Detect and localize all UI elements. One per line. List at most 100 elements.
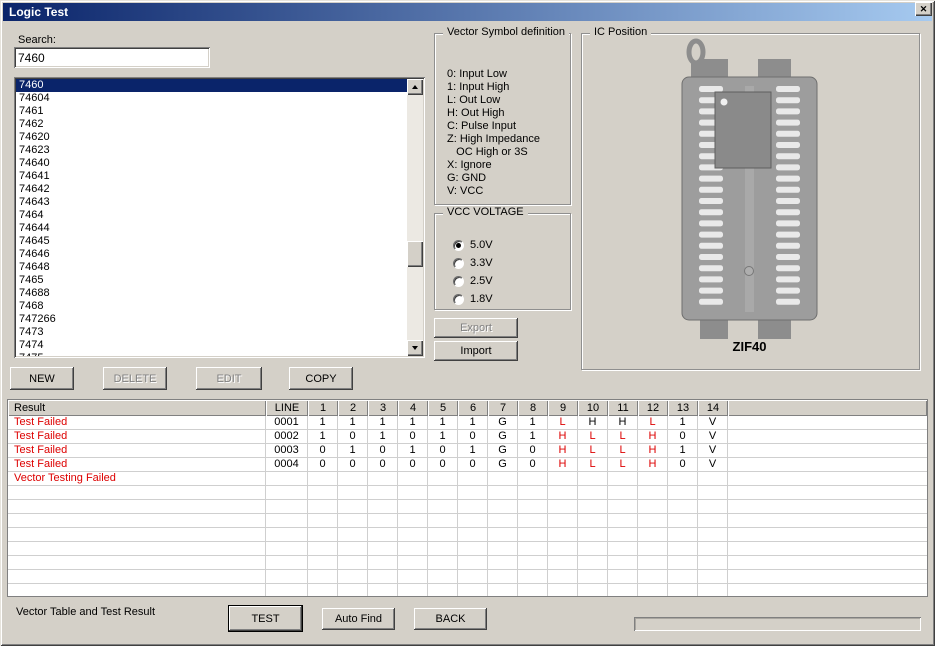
titlebar[interactable]: Logic Test	[3, 3, 932, 21]
search-input[interactable]	[14, 47, 210, 68]
vector-cell: L	[608, 444, 638, 458]
vector-cell	[338, 570, 368, 584]
list-item[interactable]: 74641	[16, 170, 407, 183]
table-row[interactable]: Test Failed0001111111G1LHHL1V	[8, 416, 927, 430]
edit-button[interactable]: EDIT	[196, 367, 262, 390]
radio-icon[interactable]	[453, 258, 464, 269]
vector-cell: H	[638, 444, 668, 458]
vector-cell	[578, 570, 608, 584]
filler-cell	[728, 556, 927, 570]
new-button[interactable]: NEW	[10, 367, 74, 390]
scrollbar-thumb[interactable]	[407, 241, 423, 267]
list-item[interactable]: 74644	[16, 222, 407, 235]
vector-symbol-line: V: VCC	[447, 185, 540, 198]
vector-cell: V	[698, 430, 728, 444]
filler-cell	[728, 528, 927, 542]
vector-cell	[608, 542, 638, 556]
scrollbar-down-button[interactable]	[407, 340, 423, 356]
vector-cell	[398, 528, 428, 542]
vector-cell	[638, 542, 668, 556]
radio-icon[interactable]	[453, 240, 464, 251]
list-item[interactable]: 74623	[16, 144, 407, 157]
export-button[interactable]: Export	[434, 318, 518, 338]
vector-cell	[578, 542, 608, 556]
list-item[interactable]: 74645	[16, 235, 407, 248]
list-item[interactable]: 7461	[16, 105, 407, 118]
vector-cell	[488, 570, 518, 584]
part-listbox[interactable]: 7460746047461746274620746237464074641746…	[14, 77, 425, 358]
list-item[interactable]: 7460	[16, 79, 407, 92]
table-row[interactable]: Test Failed0003010101G0HLLH1V	[8, 444, 927, 458]
test-button[interactable]: TEST	[229, 606, 302, 631]
line-cell	[266, 472, 308, 486]
vector-cell	[428, 528, 458, 542]
vcc-option[interactable]: 5.0V	[453, 236, 493, 254]
delete-button[interactable]: DELETE	[103, 367, 167, 390]
vector-cell	[458, 472, 488, 486]
result-cell	[8, 570, 266, 584]
back-button[interactable]: BACK	[414, 608, 487, 630]
list-item[interactable]: 74642	[16, 183, 407, 196]
list-item[interactable]: 7468	[16, 300, 407, 313]
list-item[interactable]: 74643	[16, 196, 407, 209]
vector-cell: H	[548, 430, 578, 444]
vector-cell	[548, 542, 578, 556]
list-item[interactable]: 7462	[16, 118, 407, 131]
table-row[interactable]: Test Failed0002101010G1HLLH0V	[8, 430, 927, 444]
vector-cell	[398, 514, 428, 528]
list-item[interactable]: 74648	[16, 261, 407, 274]
result-cell	[8, 528, 266, 542]
close-button[interactable]: ✕	[915, 2, 932, 16]
vector-cell	[518, 584, 548, 597]
list-item[interactable]: 74604	[16, 92, 407, 105]
search-label: Search:	[18, 34, 56, 46]
vcc-option[interactable]: 2.5V	[453, 272, 493, 290]
vcc-option[interactable]: 3.3V	[453, 254, 493, 272]
vector-cell	[308, 556, 338, 570]
list-item[interactable]: 7475	[16, 352, 407, 356]
list-item[interactable]: 74646	[16, 248, 407, 261]
list-item[interactable]: 7464	[16, 209, 407, 222]
list-scrollbar[interactable]	[407, 79, 423, 356]
vector-cell	[488, 500, 518, 514]
import-button[interactable]: Import	[434, 341, 518, 361]
list-item[interactable]: 747266	[16, 313, 407, 326]
vector-cell: 0	[398, 458, 428, 472]
vector-cell	[638, 528, 668, 542]
vcc-option[interactable]: 1.8V	[453, 290, 493, 308]
auto-find-button[interactable]: Auto Find	[322, 608, 395, 630]
list-item[interactable]: 7474	[16, 339, 407, 352]
part-list[interactable]: 7460746047461746274620746237464074641746…	[16, 79, 407, 356]
line-cell	[266, 570, 308, 584]
vector-cell	[368, 514, 398, 528]
list-item[interactable]: 74620	[16, 131, 407, 144]
list-item[interactable]: 74640	[16, 157, 407, 170]
table-row[interactable]: Vector Testing Failed	[8, 472, 927, 486]
vector-cell	[488, 584, 518, 597]
result-table-header: ResultLINE1234567891011121314	[8, 400, 927, 416]
filler-cell	[728, 430, 927, 444]
radio-icon[interactable]	[453, 294, 464, 305]
vector-cell	[488, 472, 518, 486]
list-item[interactable]: 7465	[16, 274, 407, 287]
vector-cell	[578, 500, 608, 514]
vector-cell	[548, 584, 578, 597]
radio-icon[interactable]	[453, 276, 464, 287]
vector-cell	[338, 486, 368, 500]
scrollbar-up-button[interactable]	[407, 79, 423, 95]
list-item[interactable]: 7473	[16, 326, 407, 339]
table-row[interactable]: Test Failed0004000000G0HLLH0V	[8, 458, 927, 472]
vector-cell: G	[488, 458, 518, 472]
vector-cell	[578, 584, 608, 597]
header-cell: 9	[548, 400, 578, 416]
logic-test-dialog: Logic Test ✕ Search: 7460746047461746274…	[0, 0, 935, 646]
copy-button[interactable]: COPY	[289, 367, 353, 390]
list-item[interactable]: 74688	[16, 287, 407, 300]
line-cell: 0003	[266, 444, 308, 458]
vector-cell	[518, 542, 548, 556]
vector-cell	[668, 528, 698, 542]
vector-symbol-line: H: Out High	[447, 107, 540, 120]
vector-cell	[428, 542, 458, 556]
vector-cell	[548, 500, 578, 514]
filler-cell	[728, 542, 927, 556]
